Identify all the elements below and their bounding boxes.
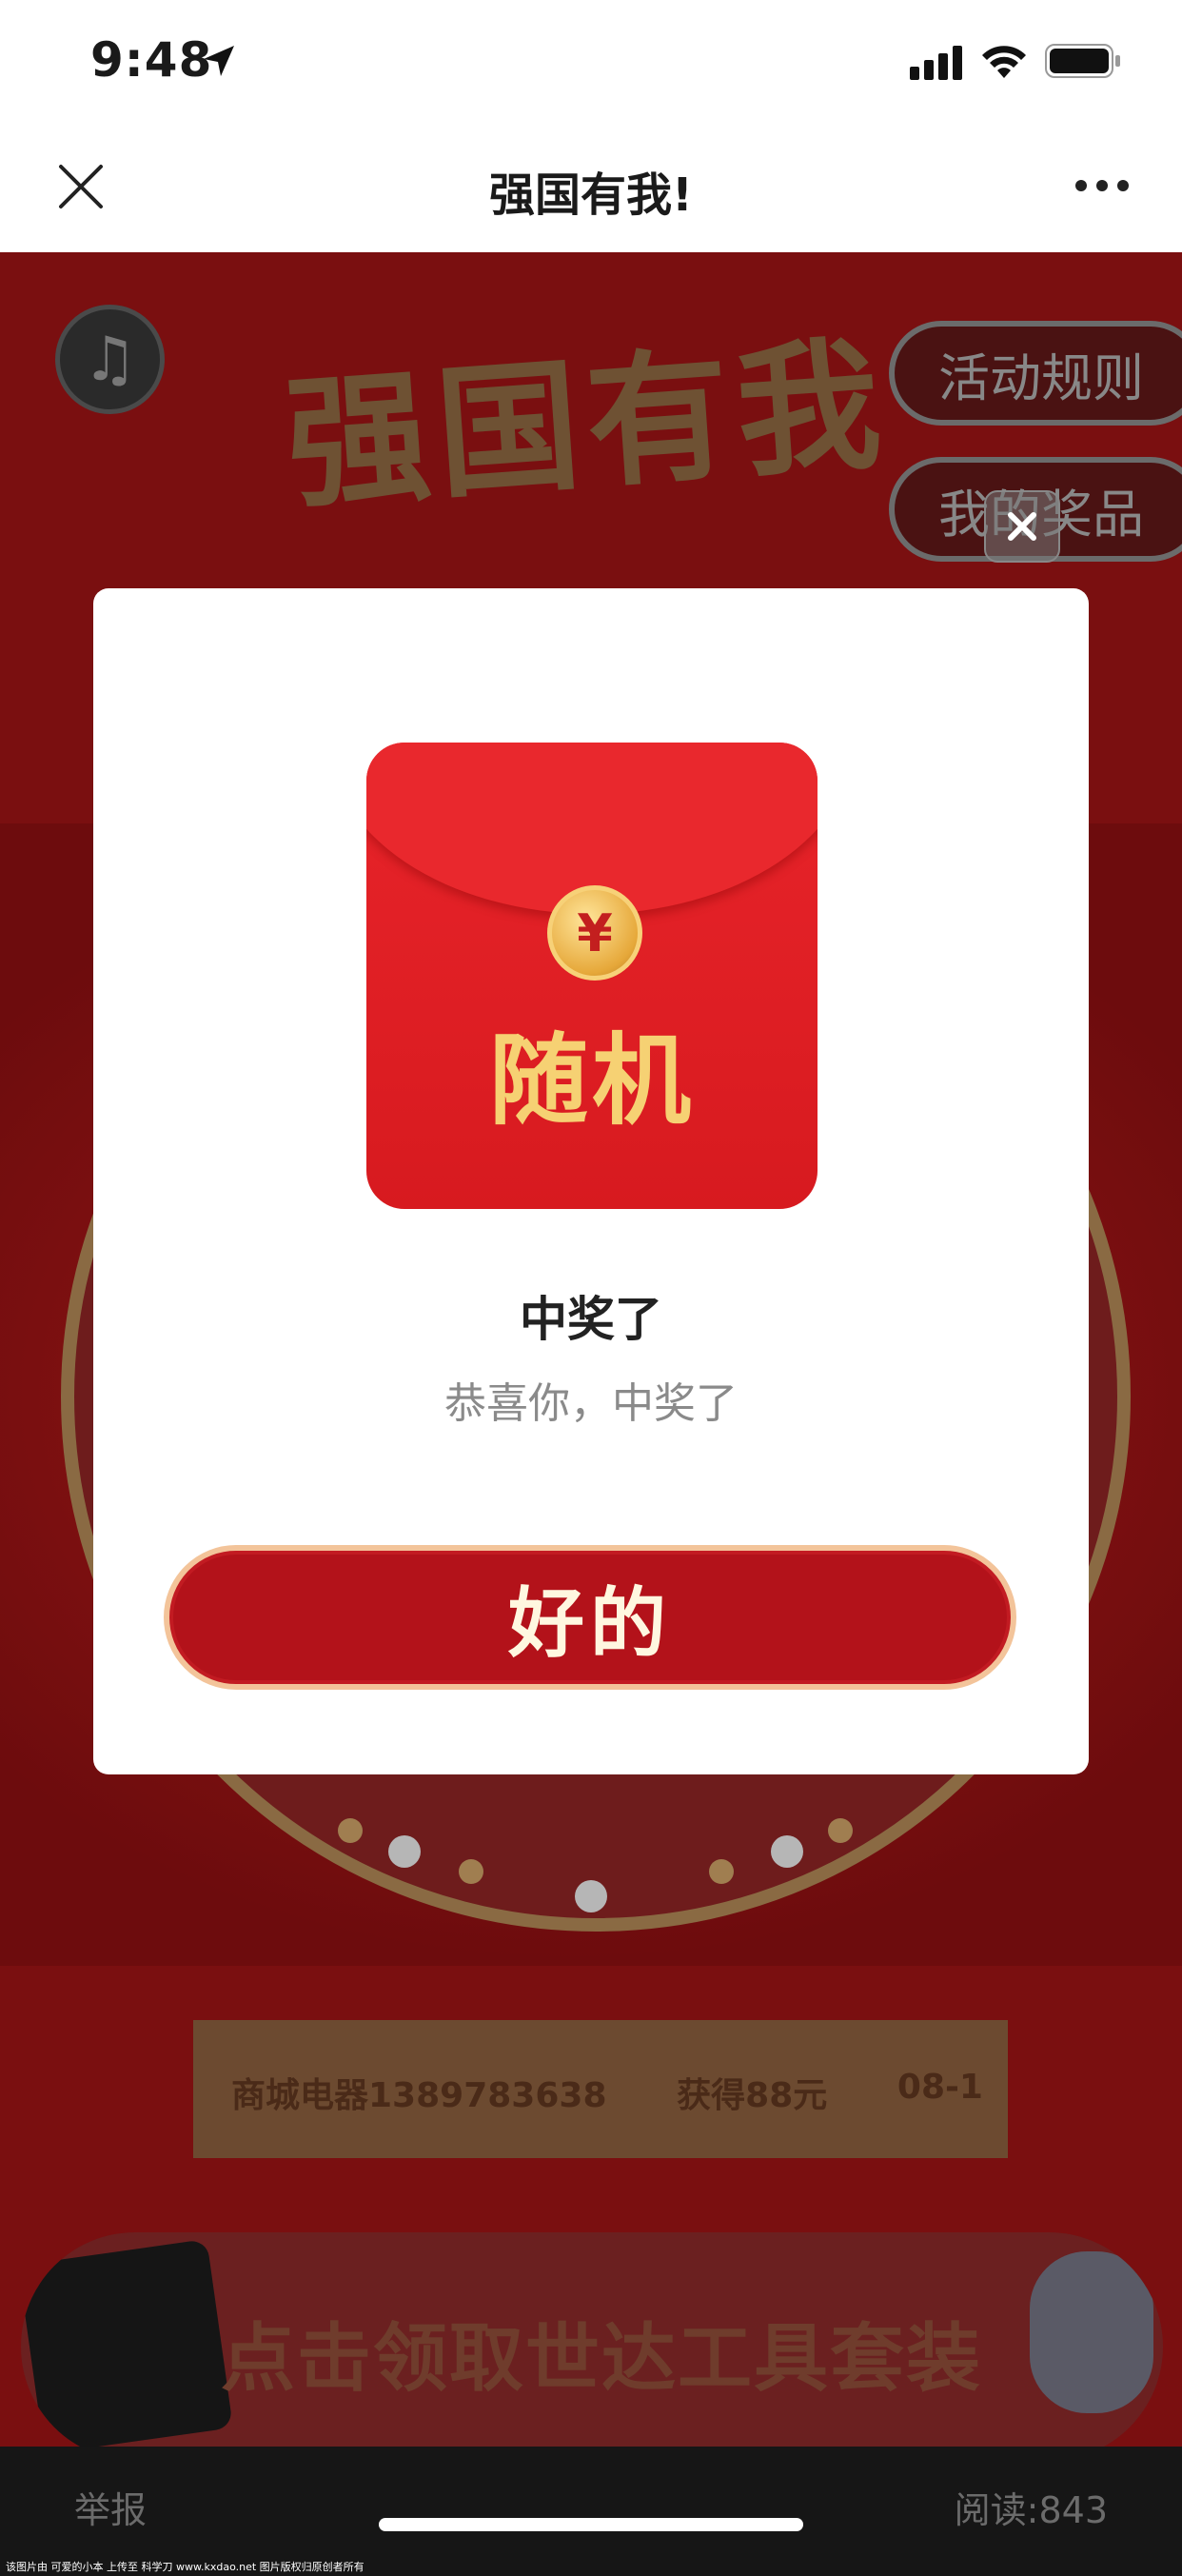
battery-icon	[1045, 44, 1120, 78]
prize-modal: ¥ 随机 中奖了 恭喜你，中奖了 好的	[93, 588, 1089, 1774]
modal-subtitle: 恭喜你，中奖了	[444, 1379, 738, 1428]
nav-bar: 强国有我!	[0, 129, 1182, 252]
page-title: 强国有我!	[489, 168, 693, 222]
ok-button[interactable]: 好的	[164, 1545, 1016, 1690]
cellular-signal-icon	[910, 46, 962, 80]
modal-close-button[interactable]	[984, 490, 1060, 563]
status-time: 9:48	[90, 32, 213, 88]
red-envelope-image: ¥ 随机	[366, 743, 818, 1209]
wifi-icon	[982, 46, 1026, 78]
modal-title: 中奖了	[520, 1292, 662, 1347]
yuan-symbol: ¥	[577, 902, 613, 963]
yuan-coin-icon: ¥	[547, 885, 642, 981]
close-icon	[1008, 512, 1036, 541]
envelope-label: 随机	[488, 1022, 695, 1139]
status-bar: 9:48	[0, 0, 1182, 129]
location-arrow-icon	[204, 46, 234, 76]
more-options-icon[interactable]	[1074, 176, 1131, 195]
